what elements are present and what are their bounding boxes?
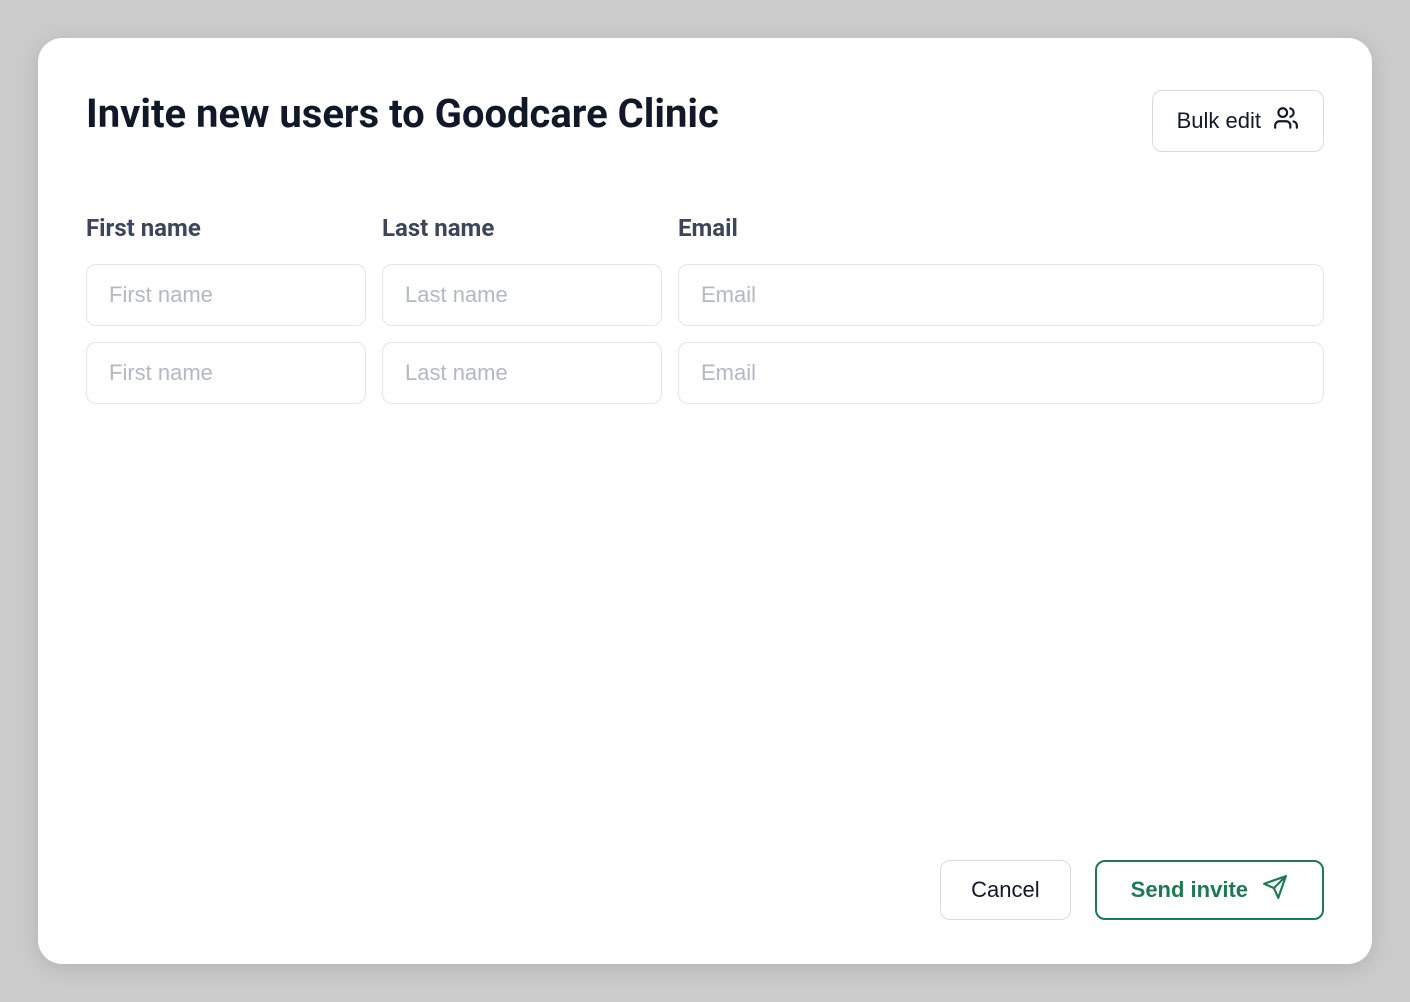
invite-form: First name Last name Email (86, 214, 1324, 420)
invite-row (86, 264, 1324, 326)
page-background: Invite new users to Goodcare Clinic Bulk… (0, 0, 1410, 1002)
dialog-footer: Cancel Send invite (86, 860, 1324, 920)
cancel-button[interactable]: Cancel (940, 860, 1070, 920)
first-name-input[interactable] (86, 264, 366, 326)
email-input[interactable] (678, 264, 1324, 326)
email-header: Email (678, 214, 1324, 242)
invite-users-dialog: Invite new users to Goodcare Clinic Bulk… (38, 38, 1372, 964)
bulk-edit-label: Bulk edit (1177, 108, 1261, 134)
first-name-input[interactable] (86, 342, 366, 404)
cancel-label: Cancel (971, 877, 1039, 903)
invite-row (86, 342, 1324, 404)
last-name-input[interactable] (382, 342, 662, 404)
send-invite-label: Send invite (1131, 877, 1248, 903)
users-icon (1273, 105, 1299, 137)
send-invite-button[interactable]: Send invite (1095, 860, 1324, 920)
column-headers: First name Last name Email (86, 214, 1324, 264)
last-name-header: Last name (382, 214, 662, 242)
email-input[interactable] (678, 342, 1324, 404)
send-icon (1262, 874, 1288, 906)
bulk-edit-button[interactable]: Bulk edit (1152, 90, 1324, 152)
first-name-header: First name (86, 214, 366, 242)
last-name-input[interactable] (382, 264, 662, 326)
dialog-title: Invite new users to Goodcare Clinic (86, 90, 719, 138)
dialog-header: Invite new users to Goodcare Clinic Bulk… (86, 90, 1324, 152)
